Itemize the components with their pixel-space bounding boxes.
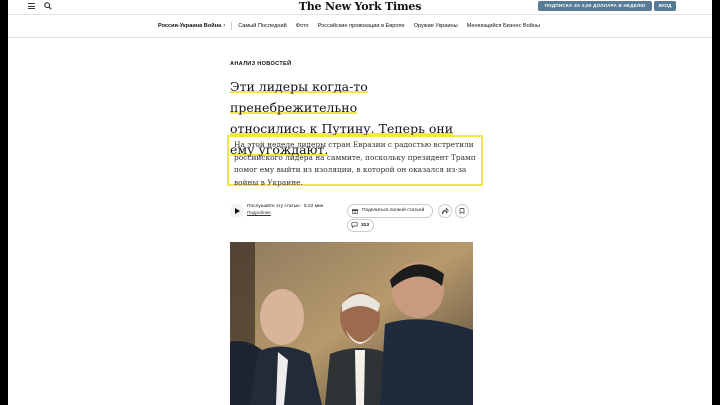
nav-item-photos[interactable]: Фото xyxy=(296,23,309,29)
article-photo xyxy=(230,242,473,405)
login-button[interactable]: ВХОД xyxy=(654,1,676,11)
top-bar: The New York Times ПОДПИСКА ЗА 0,50 ДОЛЛ… xyxy=(8,0,712,13)
nav-item-provocations[interactable]: Российские провокации в Европе xyxy=(318,23,405,29)
article-kicker: АНАЛИЗ НОВОСТЕЙ xyxy=(230,61,292,67)
nav-item-weapons[interactable]: Оружие Украины xyxy=(414,23,458,29)
headline-line-1: Эти лидеры когда-то пренебрежительно xyxy=(230,79,368,115)
photo-illustration xyxy=(230,242,473,405)
share-full-article-button[interactable]: Поделиться полной статьей xyxy=(347,204,433,218)
bookmark-icon xyxy=(459,208,465,215)
chevron-right-icon: › xyxy=(223,23,226,29)
save-button[interactable] xyxy=(455,204,469,218)
nav-main-section[interactable]: Россия-Украина Война xyxy=(158,23,221,29)
gift-icon xyxy=(352,209,358,214)
share-button[interactable] xyxy=(438,204,452,218)
headline-line-2: относились к Путину. Теперь они xyxy=(230,121,454,136)
subscribe-button[interactable]: ПОДПИСКА ЗА 0,50 ДОЛЛАРА В НЕДЕЛЮ xyxy=(538,1,652,11)
comments-button[interactable]: 313 xyxy=(347,219,374,232)
nav-item-latest[interactable]: Самый Последний xyxy=(238,23,287,29)
comments-count: 313 xyxy=(361,223,370,228)
comment-icon xyxy=(351,222,358,228)
share-arrow-icon xyxy=(441,207,449,215)
section-nav: Россия-Украина Война › Самый Последний Ф… xyxy=(8,14,712,38)
play-icon[interactable] xyxy=(230,204,244,218)
share-full-article-label: Поделиться полной статьей xyxy=(362,208,425,213)
listen-more-link[interactable]: Подробнее xyxy=(247,210,271,215)
nav-item-business[interactable]: Меняющийся Бизнес Войны xyxy=(467,23,540,29)
nav-divider xyxy=(231,22,233,30)
browser-viewport: The New York Times ПОДПИСКА ЗА 0,50 ДОЛЛ… xyxy=(8,0,712,405)
article-summary: На этой неделе лидеры стран Евразии с ра… xyxy=(227,135,483,187)
